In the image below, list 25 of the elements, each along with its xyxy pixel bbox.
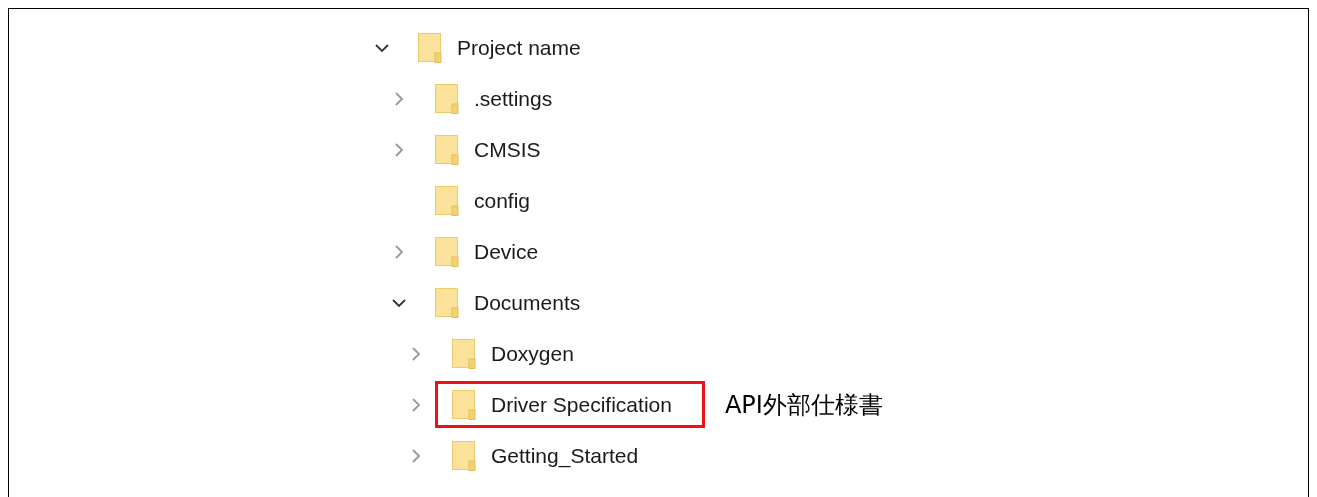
folder-icon — [435, 185, 459, 216]
chevron-right-icon[interactable] — [392, 91, 406, 106]
folder-icon — [435, 236, 459, 267]
folder-name[interactable]: Documents — [474, 290, 581, 315]
chevron-right-icon[interactable] — [409, 397, 423, 412]
annotation-text: API外部仕様書 — [724, 389, 883, 421]
folder-name[interactable]: Getting_Started — [491, 443, 639, 468]
folder-name[interactable]: Driver Specification — [491, 392, 672, 417]
folder-name[interactable]: .settings — [474, 86, 553, 111]
chevron-right-icon[interactable] — [392, 244, 406, 259]
chevron-right-icon[interactable] — [392, 142, 406, 157]
folder-icon — [452, 440, 476, 471]
folder-icon — [435, 287, 459, 318]
folder-name[interactable]: CMSIS — [474, 137, 541, 162]
chevron-right-icon[interactable] — [409, 346, 423, 361]
folder-name[interactable]: Doxygen — [491, 341, 574, 366]
folder-name[interactable]: Device — [474, 239, 539, 264]
folder-icon — [435, 134, 459, 165]
chevron-right-icon[interactable] — [409, 448, 423, 463]
folder-icon — [418, 32, 442, 63]
folder-icon — [452, 389, 476, 420]
folder-icon — [435, 83, 459, 114]
folder-name[interactable]: config — [474, 188, 531, 213]
folder-icon — [452, 338, 476, 369]
folder-name[interactable]: Project name — [457, 35, 581, 60]
